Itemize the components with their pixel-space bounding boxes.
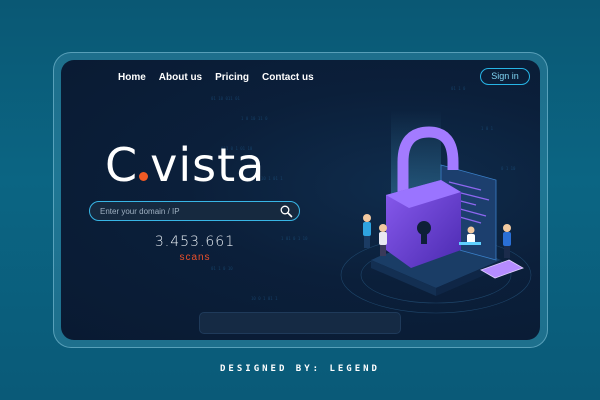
svg-text:10 0 1 01 1: 10 0 1 01 1: [251, 296, 278, 301]
nav-home[interactable]: Home: [118, 72, 146, 83]
nav-about-us[interactable]: About us: [159, 72, 202, 83]
nav-contact-us[interactable]: Contact us: [262, 72, 314, 83]
nav-pricing[interactable]: Pricing: [215, 72, 249, 83]
logo-text-right: vista: [150, 138, 266, 192]
app-screen: 01 10 011 01 1 0 10 11 0 011 0 1 01 10 1…: [61, 60, 540, 340]
scan-count: 3.453.661: [154, 234, 236, 250]
svg-text:01 1 0 10: 01 1 0 10: [211, 266, 233, 271]
brand-logo: C vista: [105, 140, 265, 190]
domain-search-box: [89, 201, 300, 221]
designer-credit: DESIGNED BY: LEGEND: [220, 364, 380, 374]
svg-text:01 10 011 01: 01 10 011 01: [211, 96, 240, 101]
svg-text:01 1 0: 01 1 0: [451, 86, 466, 91]
scan-count-label: scans: [179, 252, 211, 263]
main-nav: Home About us Pricing Contact us: [118, 72, 314, 83]
domain-search-input[interactable]: [100, 206, 279, 216]
sign-in-button[interactable]: Sign in: [480, 68, 530, 85]
logo-dot: [139, 172, 149, 181]
search-icon[interactable]: [279, 204, 293, 218]
svg-text:1 0 10 11 0: 1 0 10 11 0: [241, 116, 268, 121]
logo-text-left: C: [105, 138, 139, 192]
security-lock-illustration: [340, 110, 532, 314]
